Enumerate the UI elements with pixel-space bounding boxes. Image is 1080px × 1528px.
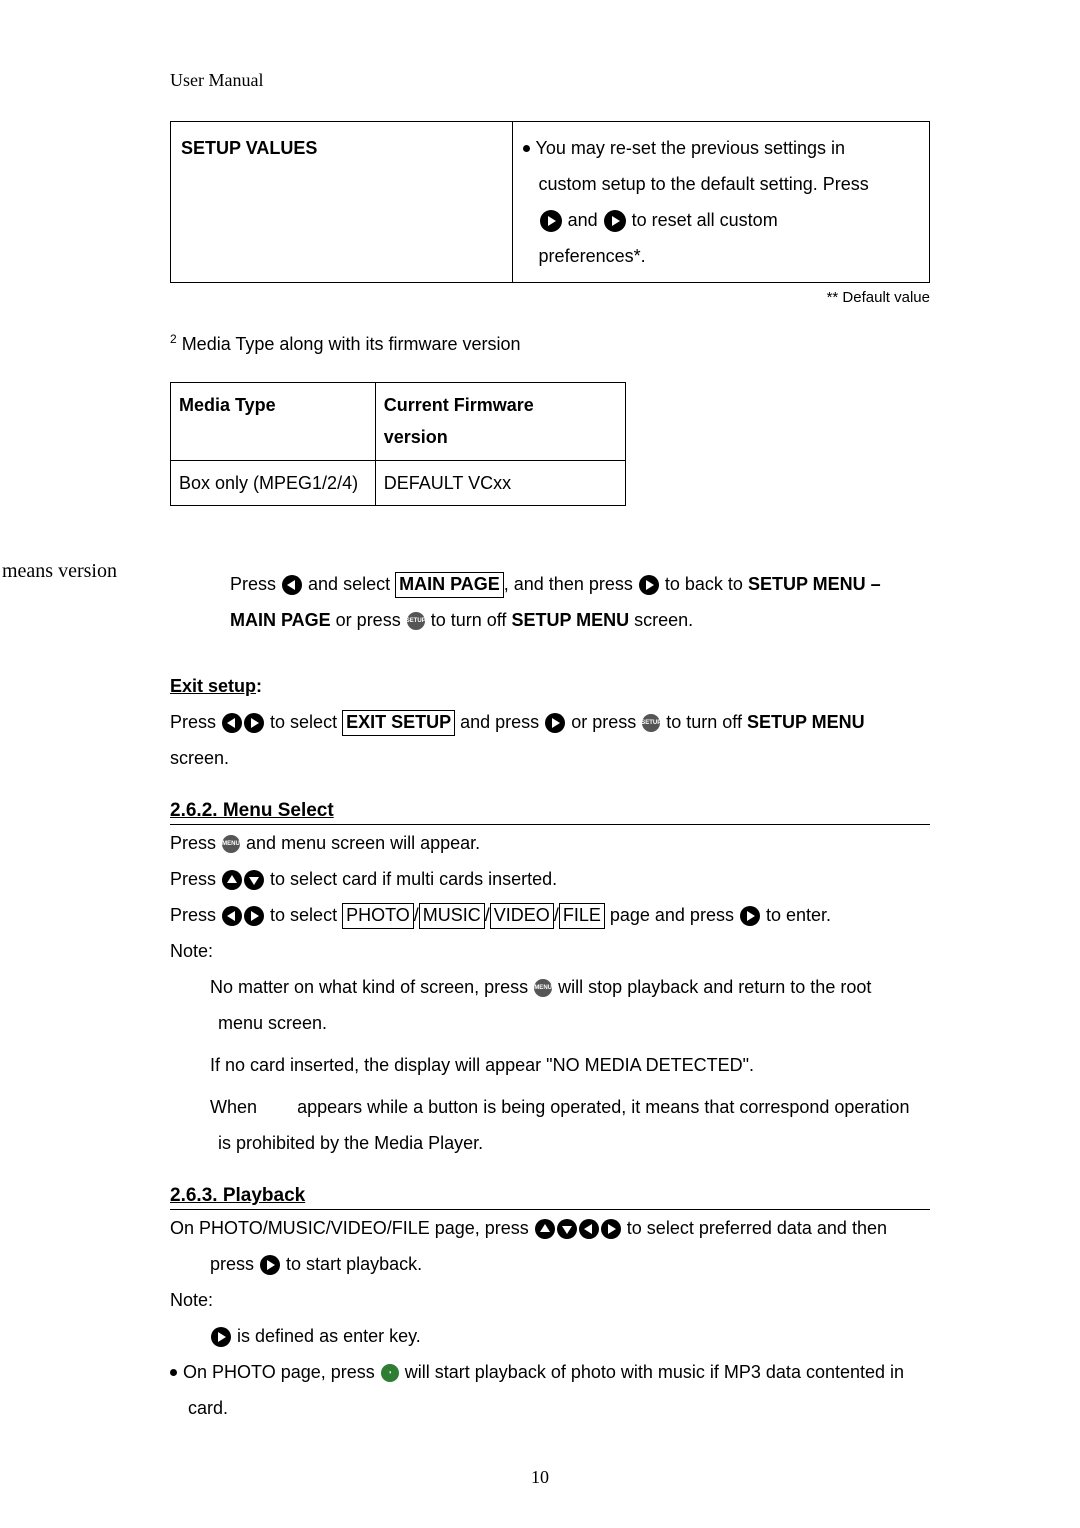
txt: Press [170, 833, 221, 853]
txt: to enter. [766, 905, 831, 925]
txt: Press [170, 869, 221, 889]
setup-values-table: SETUP VALUES You may re-set the previous… [170, 121, 930, 283]
music-tab-box: MUSIC [419, 903, 485, 928]
page-number: 10 [0, 1467, 1080, 1488]
setup-menu-label: SETUP MENU – [748, 574, 881, 594]
txt: to start playback. [286, 1254, 422, 1274]
txt: will stop playback and return to the roo… [558, 977, 871, 997]
txt: and menu screen will appear. [246, 833, 480, 853]
play-right-icon [211, 1327, 231, 1347]
play-right-icon [604, 210, 626, 232]
txt: On PHOTO/MUSIC/VIDEO/FILE page, press [170, 1218, 534, 1238]
menu-button-icon: MENU [534, 979, 552, 997]
bullet-icon [170, 1362, 183, 1382]
playback-heading: 2.6.3. Playback [170, 1185, 930, 1210]
right-arrow-icon [244, 906, 264, 926]
txt: Press [230, 574, 281, 594]
setup-menu-label3: SETUP MENU [747, 712, 865, 732]
no-media-note: If no card inserted, the display will ap… [210, 1047, 930, 1083]
exit-setup-line2: screen. [170, 740, 930, 776]
txt: or press [571, 712, 641, 732]
txt: is prohibited by the Media Player. [210, 1133, 483, 1153]
main-page-label: MAIN PAGE [230, 610, 331, 630]
txt: Press [170, 905, 221, 925]
txt: , and then press [504, 574, 638, 594]
margin-note-means-version: means version [2, 560, 117, 583]
down-arrow-icon [244, 870, 264, 890]
left-arrow-icon [579, 1219, 599, 1239]
txt: screen. [629, 610, 693, 630]
play-right-icon [540, 210, 562, 232]
txt: to turn off [666, 712, 747, 732]
txt: to select card if multi cards inserted. [270, 869, 557, 889]
slideshow-button-icon: ◑ [381, 1364, 399, 1382]
file-tab-box: FILE [559, 903, 605, 928]
firmware-header-a: Current Firmware [384, 395, 534, 415]
note-label: Note: [170, 933, 930, 969]
txt: When [210, 1097, 257, 1117]
play-right-icon [545, 713, 565, 733]
setup-values-desc-2: custom setup to the default setting. Pre… [523, 166, 919, 202]
setup-values-desc-1: You may re-set the previous settings in [536, 138, 846, 158]
table-row: Box only (MPEG1/2/4) DEFAULT VCxx [171, 460, 626, 505]
media-type-table: Media Type Current Firmware version Box … [170, 382, 626, 506]
up-arrow-icon [222, 870, 242, 890]
photo-tab-box: PHOTO [342, 903, 414, 928]
left-arrow-icon [222, 713, 242, 733]
setup-values-desc-3b: to reset all custom [632, 210, 778, 230]
setup-menu-label2: SETUP MENU [511, 610, 629, 630]
play-right-icon [740, 906, 760, 926]
setup-values-header: SETUP VALUES [181, 138, 317, 158]
menu-select-heading: 2.6.2. Menu Select [170, 800, 930, 825]
bullet-icon [523, 138, 536, 158]
menu-button-icon: MENU [222, 835, 240, 853]
txt: page and press [610, 905, 739, 925]
firmware-cell: DEFAULT VCxx [375, 460, 625, 505]
main-page-box: MAIN PAGE [395, 572, 504, 597]
setup-button-icon: SETUP [407, 612, 425, 630]
txt: and select [308, 574, 395, 594]
txt: and press [460, 712, 544, 732]
setup-button-icon: SETUP [642, 714, 660, 732]
setup-values-desc-and: and [568, 210, 603, 230]
exit-setup-heading: Exit setup [170, 676, 256, 696]
txt: or press [331, 610, 406, 630]
media-type-cell: Box only (MPEG1/2/4) [171, 460, 376, 505]
footnote-2-text: Media Type along with its firmware versi… [177, 334, 521, 354]
txt: press [210, 1254, 259, 1274]
right-arrow-icon [601, 1219, 621, 1239]
footnote-mark: 2 [170, 332, 177, 346]
txt: to select [270, 712, 342, 732]
left-arrow-icon [222, 906, 242, 926]
default-value-note: ** Default value [170, 289, 930, 306]
txt: will start playback of photo with music … [405, 1362, 904, 1382]
txt: to back to [665, 574, 748, 594]
txt: menu screen. [210, 1013, 327, 1033]
colon: : [256, 676, 262, 696]
txt: to select preferred data and then [627, 1218, 887, 1238]
exit-setup-box: EXIT SETUP [342, 710, 455, 735]
table-row: SETUP VALUES You may re-set the previous… [171, 122, 930, 283]
table-row: Media Type Current Firmware version [171, 383, 626, 461]
running-header: User Manual [170, 70, 930, 91]
left-arrow-icon [282, 575, 302, 595]
note-label-2: Note: [170, 1282, 930, 1318]
txt: Press [170, 712, 221, 732]
right-arrow-icon [244, 713, 264, 733]
txt: appears while a button is being operated… [297, 1097, 909, 1117]
video-tab-box: VIDEO [490, 903, 554, 928]
txt: card. [170, 1390, 930, 1426]
txt: On PHOTO page, press [183, 1362, 380, 1382]
play-right-icon [260, 1255, 280, 1275]
txt: to select [270, 905, 342, 925]
setup-values-desc-4: preferences*. [523, 238, 919, 274]
media-type-header: Media Type [179, 395, 276, 415]
play-right-icon [639, 575, 659, 595]
up-arrow-icon [535, 1219, 555, 1239]
down-arrow-icon [557, 1219, 577, 1239]
txt: is defined as enter key. [237, 1326, 421, 1346]
txt: to turn off [431, 610, 512, 630]
firmware-header-b: version [384, 427, 448, 447]
txt: No matter on what kind of screen, press [210, 977, 533, 997]
